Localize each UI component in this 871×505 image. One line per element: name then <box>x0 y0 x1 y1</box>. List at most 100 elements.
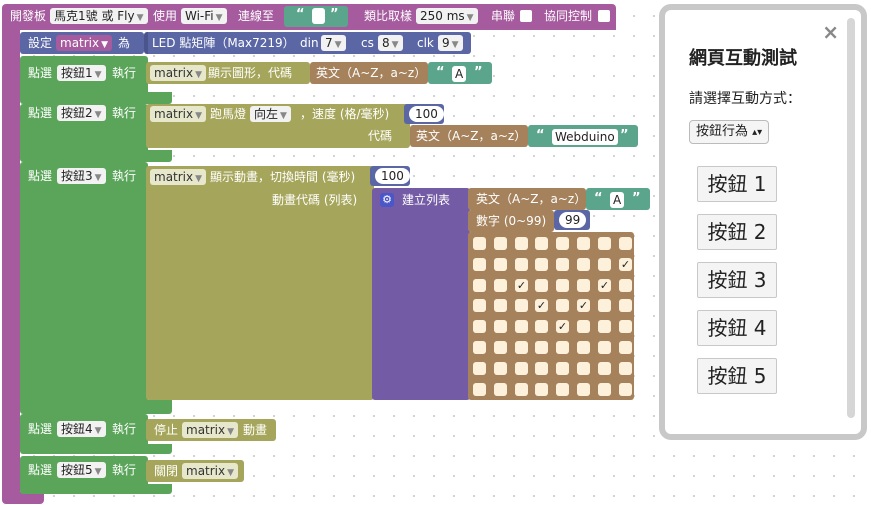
led-cell[interactable]: ✓ <box>515 279 528 292</box>
led-cell[interactable] <box>535 383 548 396</box>
led-cell[interactable] <box>494 299 507 312</box>
led-cell[interactable] <box>473 237 486 250</box>
led-cell[interactable] <box>619 383 632 396</box>
led-cell[interactable] <box>494 362 507 375</box>
serial-checkbox[interactable] <box>520 10 532 22</box>
led-cell[interactable] <box>515 341 528 354</box>
sampling-dropdown[interactable]: 250 ms ▼ <box>416 8 478 24</box>
b3-time-input[interactable]: 100 <box>375 168 410 184</box>
led-cell[interactable] <box>494 237 507 250</box>
interaction-mode-select[interactable]: 按鈕行為 ▴▾ <box>689 120 770 144</box>
led-cell[interactable] <box>577 258 590 271</box>
led-cell[interactable] <box>598 237 611 250</box>
b3-string-input[interactable]: A <box>610 192 625 208</box>
led-cell[interactable] <box>556 279 569 292</box>
led-cell[interactable] <box>494 383 507 396</box>
b3-number-input[interactable]: 99 <box>559 212 587 228</box>
close-icon[interactable]: × <box>822 20 839 44</box>
led-cell[interactable] <box>598 299 611 312</box>
led-cell[interactable] <box>515 258 528 271</box>
set-var-dropdown[interactable]: matrix ▼ <box>56 35 113 51</box>
led-cell[interactable] <box>535 341 548 354</box>
cs-dropdown[interactable]: 8 ▼ <box>378 35 403 51</box>
b2-var-dropdown[interactable]: matrix ▼ <box>150 106 207 122</box>
led-cell[interactable] <box>556 258 569 271</box>
led-cell[interactable] <box>473 279 486 292</box>
led-cell[interactable] <box>577 362 590 375</box>
panel-button-3[interactable]: 按鈕 3 <box>697 262 777 298</box>
led-cell[interactable] <box>577 279 590 292</box>
b4-var-dropdown[interactable]: matrix ▼ <box>182 422 239 438</box>
panel-button-4[interactable]: 按鈕 4 <box>697 310 777 346</box>
led-cell[interactable] <box>598 362 611 375</box>
led-grid-block[interactable] <box>468 232 634 400</box>
led-cell[interactable] <box>556 237 569 250</box>
b2-speed-input[interactable]: 100 <box>409 106 444 122</box>
gear-icon[interactable]: ⚙ <box>380 193 394 207</box>
led-cell[interactable] <box>473 383 486 396</box>
device-id-input[interactable] <box>312 8 325 24</box>
b2-string-input[interactable]: Webduino <box>552 129 618 145</box>
led-cell[interactable] <box>598 341 611 354</box>
led-cell[interactable]: ✓ <box>598 279 611 292</box>
button2-dropdown[interactable]: 按鈕2 ▼ <box>57 105 106 121</box>
connection-type-dropdown[interactable]: Wi-Fi ▼ <box>181 8 227 24</box>
led-cell[interactable]: ✓ <box>535 299 548 312</box>
led-cell[interactable] <box>535 237 548 250</box>
led-cell[interactable] <box>535 279 548 292</box>
led-cell[interactable] <box>515 383 528 396</box>
clk-dropdown[interactable]: 9 ▼ <box>438 35 463 51</box>
led-cell[interactable] <box>515 237 528 250</box>
led-cell[interactable] <box>494 320 507 333</box>
led-cell[interactable] <box>577 237 590 250</box>
led-cell[interactable] <box>473 299 486 312</box>
led-cell[interactable] <box>556 362 569 375</box>
led-cell[interactable] <box>494 258 507 271</box>
led-cell[interactable] <box>473 362 486 375</box>
led-cell[interactable] <box>619 299 632 312</box>
led-cell[interactable] <box>494 279 507 292</box>
b1-var-dropdown[interactable]: matrix ▼ <box>150 65 207 81</box>
led-cell[interactable] <box>515 299 528 312</box>
led-cell[interactable] <box>515 362 528 375</box>
led-cell[interactable] <box>473 320 486 333</box>
led-cell[interactable] <box>473 258 486 271</box>
button4-dropdown[interactable]: 按鈕4 ▼ <box>57 421 106 437</box>
led-cell[interactable] <box>535 258 548 271</box>
led-cell[interactable] <box>619 237 632 250</box>
led-cell[interactable] <box>619 279 632 292</box>
led-cell[interactable] <box>619 362 632 375</box>
b5-var-dropdown[interactable]: matrix ▼ <box>182 463 239 479</box>
led-cell[interactable] <box>577 320 590 333</box>
led-cell[interactable] <box>473 341 486 354</box>
din-dropdown[interactable]: 7 ▼ <box>321 35 346 51</box>
button3-dropdown[interactable]: 按鈕3 ▼ <box>57 168 106 184</box>
led-cell[interactable]: ✓ <box>619 258 632 271</box>
led-cell[interactable] <box>535 320 548 333</box>
panel-button-2[interactable]: 按鈕 2 <box>697 214 777 250</box>
led-cell[interactable] <box>556 299 569 312</box>
panel-button-5[interactable]: 按鈕 5 <box>697 358 777 394</box>
led-cell[interactable] <box>556 341 569 354</box>
panel-button-1[interactable]: 按鈕 1 <box>697 166 777 202</box>
led-cell[interactable] <box>494 341 507 354</box>
led-cell[interactable] <box>598 258 611 271</box>
board-type-dropdown[interactable]: 馬克1號 或 Fly ▼ <box>50 8 148 24</box>
led-cell[interactable] <box>515 320 528 333</box>
button5-dropdown[interactable]: 按鈕5 ▼ <box>57 462 106 478</box>
led-cell[interactable] <box>577 383 590 396</box>
b2-direction-dropdown[interactable]: 向左 ▼ <box>250 106 291 122</box>
b1-string-input[interactable]: A <box>452 66 467 82</box>
led-cell[interactable] <box>598 383 611 396</box>
co-control-checkbox[interactable] <box>598 10 610 22</box>
led-cell[interactable]: ✓ <box>556 320 569 333</box>
led-cell[interactable] <box>598 320 611 333</box>
b3-var-dropdown[interactable]: matrix ▼ <box>150 169 207 185</box>
button1-dropdown[interactable]: 按鈕1 ▼ <box>57 65 106 81</box>
button3-event-block[interactable] <box>20 162 148 410</box>
led-cell[interactable] <box>619 320 632 333</box>
led-cell[interactable] <box>577 341 590 354</box>
panel-scrollbar[interactable] <box>847 18 855 418</box>
led-cell[interactable] <box>535 362 548 375</box>
create-list-block[interactable] <box>372 188 470 400</box>
